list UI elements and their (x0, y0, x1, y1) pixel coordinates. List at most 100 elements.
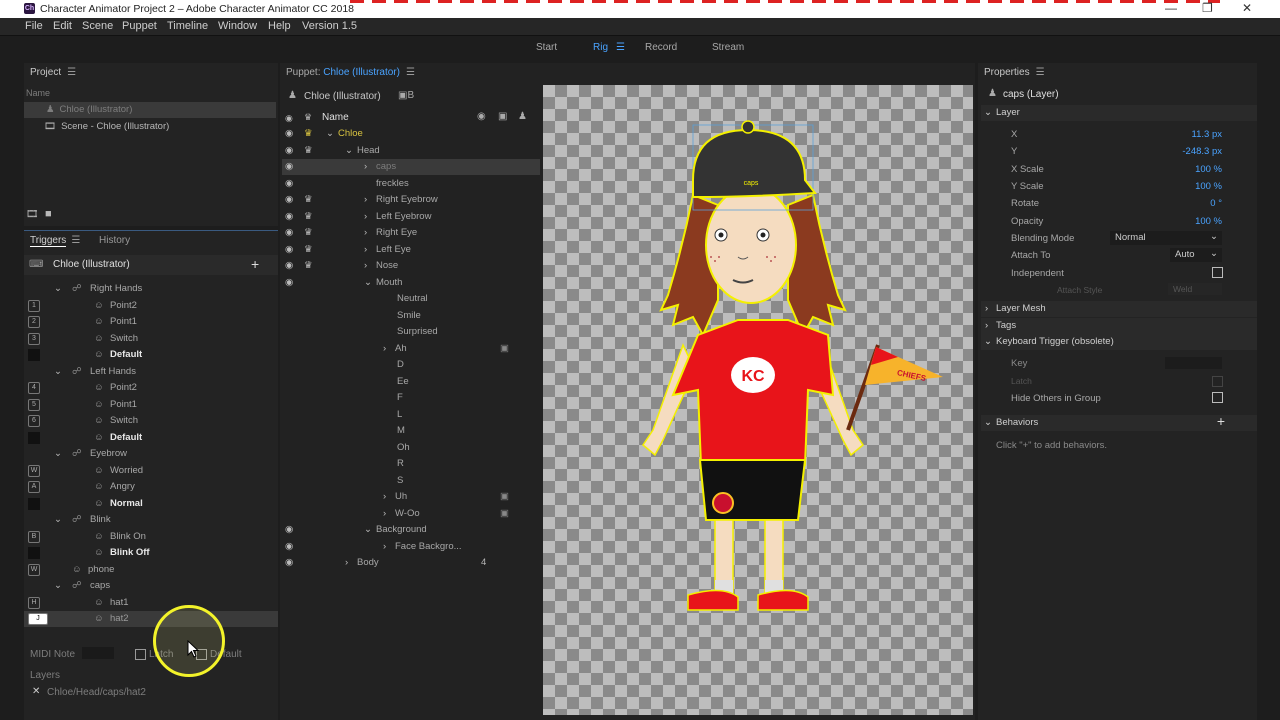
tab-record[interactable]: Record (645, 42, 677, 53)
layer-row[interactable]: › Ah ▣ (282, 341, 540, 357)
independent-checkbox[interactable] (1212, 267, 1223, 278)
menu-puppet[interactable]: Puppet (122, 20, 157, 32)
trigger-key-empty[interactable] (28, 547, 40, 559)
x-value[interactable]: 11.3 px (1150, 129, 1222, 140)
menu-version[interactable]: Version 1.5 (302, 20, 357, 32)
tab-start[interactable]: Start (536, 42, 557, 53)
chevron-right-icon[interactable]: › (345, 555, 348, 571)
project-item-scene[interactable]: 🎞 Scene - Chloe (Illustrator) (24, 119, 276, 135)
layer-row[interactable]: Surprised (282, 324, 540, 340)
section-tags[interactable]: › Tags (981, 318, 1257, 334)
trigger-group[interactable]: ⌄ ☍ Eyebrow (24, 446, 278, 462)
chevron-down-icon[interactable]: ⌄ (54, 446, 62, 462)
eye-icon[interactable]: ◉ (285, 114, 296, 123)
eye-icon[interactable]: ◉ (285, 176, 293, 192)
rig-canvas[interactable]: KC caps CHIEFS (543, 85, 973, 715)
trigger-key[interactable]: 2 (28, 316, 40, 328)
trigger-item[interactable]: 3 ☺ Switch (24, 331, 278, 347)
trigger-group[interactable]: ⌄ ☍ Right Hands (24, 281, 278, 297)
layer-row[interactable]: M (282, 423, 540, 439)
eye-icon[interactable]: ◉ (285, 258, 293, 274)
eye-icon[interactable]: ◉ (285, 539, 293, 555)
layer-row[interactable]: ◉ › Body 4 (282, 555, 540, 571)
remove-layer-icon[interactable]: ✕ (32, 686, 40, 697)
chevron-right-icon[interactable]: › (364, 209, 367, 225)
menu-timeline[interactable]: Timeline (167, 20, 208, 32)
record-icon[interactable]: ▣ (498, 111, 507, 122)
project-item-puppet[interactable]: ♟ Chloe (Illustrator) (24, 102, 276, 118)
trigger-key[interactable]: H (28, 596, 40, 609)
menu-edit[interactable]: Edit (53, 20, 72, 32)
trigger-item[interactable]: 6 ☺ Switch (24, 413, 278, 429)
chevron-down-icon[interactable]: ⌄ (54, 578, 62, 594)
trigger-item[interactable]: 2 ☺ Point1 (24, 314, 278, 330)
chevron-right-icon[interactable]: › (383, 506, 386, 522)
trigger-key[interactable]: 5 (28, 398, 40, 411)
eye-icon[interactable]: ◉ (285, 555, 293, 571)
trigger-item[interactable]: J ☺ hat2 (24, 611, 278, 627)
panel-menu-icon[interactable]: ☰ (67, 67, 76, 78)
chevron-down-icon[interactable]: ⌄ (364, 522, 372, 538)
chevron-down-icon[interactable]: ⌄ (54, 281, 62, 297)
trigger-group[interactable]: ⌄ ☍ Blink (24, 512, 278, 528)
rig-menu-icon[interactable]: ☰ (616, 42, 625, 53)
trigger-key[interactable]: A (28, 481, 40, 493)
chevron-down-icon[interactable]: ⌄ (364, 275, 372, 291)
y-scale-value[interactable]: 100 % (1150, 181, 1222, 192)
menu-scene[interactable]: Scene (82, 20, 113, 32)
eye-icon[interactable]: ◉ (285, 522, 293, 538)
layer-row[interactable]: ◉ ♛ › Right Eye (282, 225, 540, 241)
chevron-right-icon[interactable]: › (364, 225, 367, 241)
menu-help[interactable]: Help (268, 20, 291, 32)
layer-row[interactable]: S (282, 473, 540, 489)
layer-row[interactable]: D (282, 357, 540, 373)
chevron-right-icon[interactable]: › (364, 159, 367, 175)
layer-row[interactable]: ◉ › Face Backgro... (282, 539, 540, 555)
layer-row[interactable]: Ee (282, 374, 540, 390)
trigger-item[interactable]: A ☺ Angry (24, 479, 278, 495)
menu-file[interactable]: File (25, 20, 43, 32)
crown-icon[interactable]: ♛ (304, 192, 313, 208)
section-layer-mesh[interactable]: › Layer Mesh (981, 301, 1257, 317)
chevron-right-icon[interactable]: › (383, 539, 386, 555)
trigger-item[interactable]: ☺ Default (24, 430, 278, 446)
key-field[interactable] (1165, 357, 1222, 369)
crown-icon[interactable]: ♛ (304, 258, 313, 274)
trigger-item[interactable]: 4 ☺ Point2 (24, 380, 278, 396)
layer-row[interactable]: ◉ ♛ › Nose (282, 258, 540, 274)
latch-checkbox[interactable] (135, 649, 146, 660)
eye-icon[interactable]: ◉ (285, 242, 293, 258)
layer-row[interactable]: F (282, 390, 540, 406)
x-scale-value[interactable]: 100 % (1150, 164, 1222, 175)
layer-row[interactable]: ◉ ♛ › Right Eyebrow (282, 192, 540, 208)
chevron-down-icon[interactable]: ⌄ (54, 364, 62, 380)
add-behavior-button[interactable]: + (1217, 413, 1225, 429)
trigger-key[interactable]: J (28, 613, 48, 625)
properties-menu-icon[interactable]: ☰ (1036, 67, 1045, 78)
minimize-icon[interactable]: — (1165, 1, 1177, 15)
trigger-group[interactable]: ⌄ ☍ Left Hands (24, 364, 278, 380)
chevron-right-icon[interactable]: › (364, 192, 367, 208)
restore-icon[interactable]: ❐ (1202, 1, 1213, 15)
midi-note-field[interactable] (82, 647, 114, 659)
layer-row[interactable]: L (282, 407, 540, 423)
eye-icon[interactable]: ◉ (285, 126, 293, 142)
trigger-key[interactable]: W (28, 563, 40, 576)
trigger-key-empty[interactable] (28, 431, 40, 444)
chevron-right-icon[interactable]: › (383, 489, 386, 505)
eye-icon[interactable]: ◉ (285, 209, 293, 225)
tag-icon[interactable]: ◉ (477, 111, 486, 122)
layer-row[interactable]: ◉ ♛ ⌄ Head (282, 143, 540, 159)
layer-row[interactable]: › Uh ▣ (282, 489, 540, 505)
trigger-item[interactable]: 1 ☺ Point2 (24, 298, 278, 314)
folder-icon[interactable]: ■ (45, 208, 52, 220)
attach-to-select[interactable]: Auto ⌄ (1170, 248, 1222, 262)
puppet-menu-icon[interactable]: ☰ (406, 67, 415, 78)
eye-icon[interactable]: ◉ (285, 225, 293, 241)
layer-row[interactable]: Neutral (282, 291, 540, 307)
tab-history[interactable]: History (99, 235, 130, 246)
chevron-down-icon[interactable]: ⌄ (54, 512, 62, 528)
tab-stream[interactable]: Stream (712, 42, 744, 53)
chevron-right-icon[interactable]: › (364, 258, 367, 274)
chevron-right-icon[interactable]: › (383, 341, 386, 357)
